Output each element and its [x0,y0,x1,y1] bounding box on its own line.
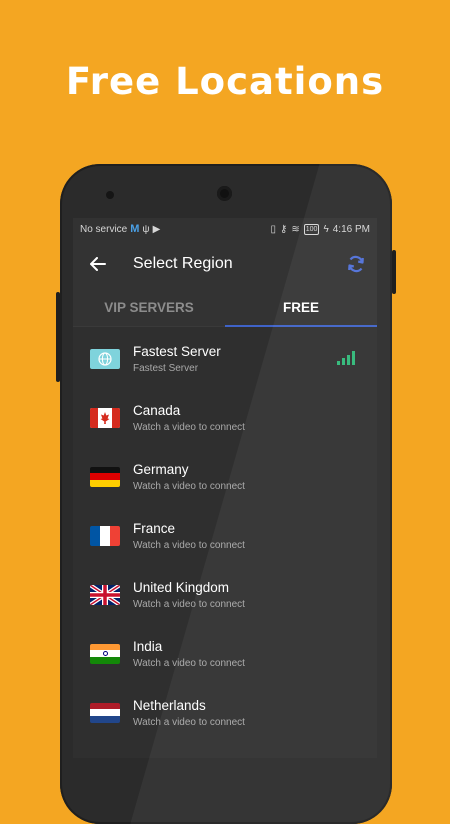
flag-netherlands-icon [90,702,120,723]
globe-icon [90,348,120,369]
server-subtitle: Watch a video to connect [133,716,245,728]
phone-camera [217,186,232,201]
server-name: Netherlands [133,697,206,713]
charging-icon: ϟ [323,223,329,235]
list-item-india[interactable]: India Watch a video to connect [73,624,377,683]
promo-headline: Free Locations [65,60,385,103]
server-name: Canada [133,402,181,418]
flag-germany-icon [90,466,120,487]
list-item-france[interactable]: France Watch a video to connect [73,506,377,565]
play-store-icon: ▶ [152,223,161,235]
server-name: United Kingdom [133,579,230,595]
battery-icon: 100 [303,223,320,235]
tab-vip-servers[interactable]: VIP SERVERS [73,288,225,326]
server-subtitle: Fastest Server [133,362,199,374]
server-subtitle: Watch a video to connect [133,598,245,610]
server-name: India [133,638,163,654]
list-item-canada[interactable]: Canada Watch a video to connect [73,388,377,447]
carrier-label: No service [80,223,128,235]
flag-uk-icon [90,584,120,605]
vpn-key-icon: ⚷ [280,223,288,235]
usb-icon: ψ [142,223,150,235]
phone-side-button-right [392,250,396,294]
server-name: France [133,520,176,536]
m-notification-icon: M [130,223,140,235]
flag-india-icon [90,643,120,664]
flag-canada-icon [90,407,120,428]
phone-sensor [106,191,114,199]
status-bar: No service M ψ ▶ ▯ ⚷ ≋ 100 ϟ 4:16 PM [73,218,377,240]
app-screen: No service M ψ ▶ ▯ ⚷ ≋ 100 ϟ 4:16 PM Sel… [73,218,377,758]
refresh-icon[interactable] [343,251,369,277]
region-tabs: VIP SERVERS FREE [73,288,377,327]
server-subtitle: Watch a video to connect [133,480,245,492]
list-item-germany[interactable]: Germany Watch a video to connect [73,447,377,506]
server-name: Germany [133,461,189,477]
signal-strength-icon [337,351,355,365]
back-arrow-icon[interactable] [87,253,109,275]
app-bar: Select Region [73,240,377,288]
status-time: 4:16 PM [332,223,370,235]
server-list: Fastest Server Fastest Server Canada Wat… [73,327,377,742]
flag-france-icon [90,525,120,546]
server-subtitle: Watch a video to connect [133,421,245,433]
page-title: Select Region [133,255,233,272]
server-subtitle: Watch a video to connect [133,539,245,551]
vibrate-icon: ▯ [270,223,277,235]
server-name: Fastest Server [133,343,221,359]
tab-free[interactable]: FREE [225,288,377,327]
list-item-netherlands[interactable]: Netherlands Watch a video to connect [73,683,377,742]
wifi-icon: ≋ [291,223,300,235]
list-item-united-kingdom[interactable]: United Kingdom Watch a video to connect [73,565,377,624]
server-subtitle: Watch a video to connect [133,657,245,669]
list-item-fastest-server[interactable]: Fastest Server Fastest Server [73,329,377,388]
